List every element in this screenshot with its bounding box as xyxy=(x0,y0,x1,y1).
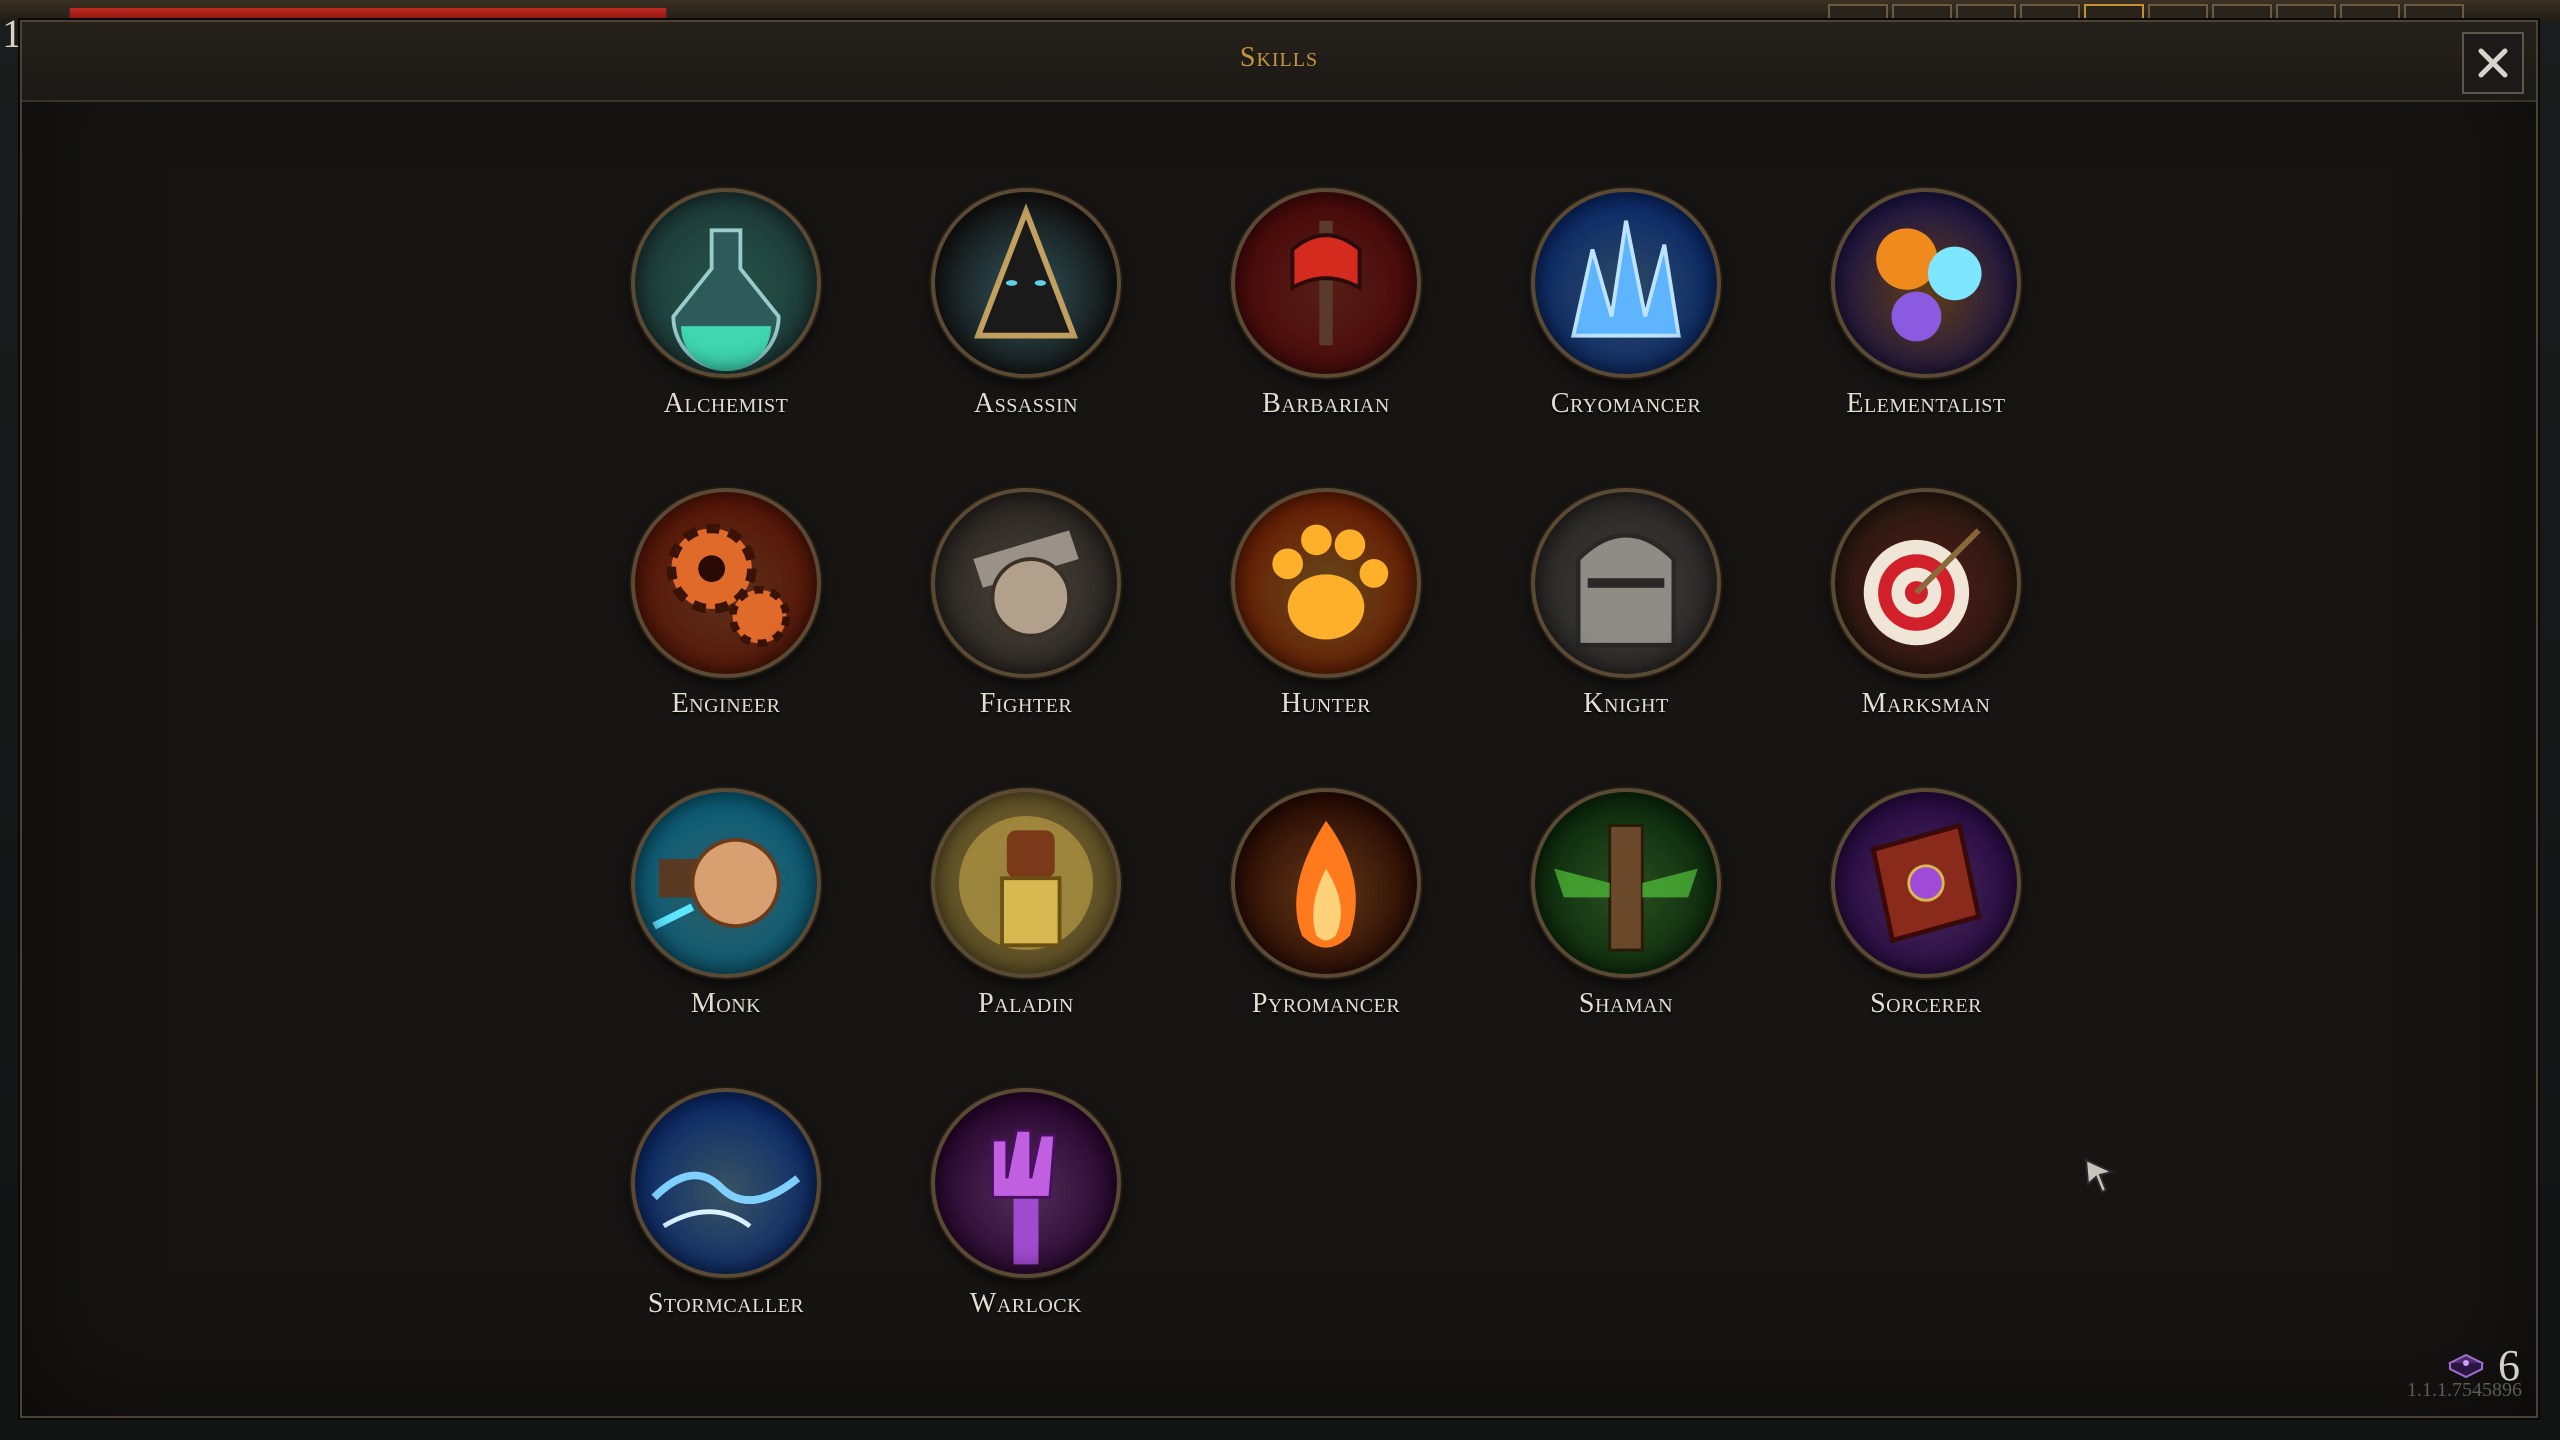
fist-icon xyxy=(631,788,821,978)
skill-label: Alchemist xyxy=(663,388,789,419)
panel-title: Skills xyxy=(1239,42,1319,73)
skill-stormcaller[interactable]: Stormcaller xyxy=(576,1088,876,1348)
skill-label: Barbarian xyxy=(1262,388,1390,419)
skills-panel: Skills Alchemist Assassin Barbarian Cryoman… xyxy=(20,20,2538,1418)
golden-gauntlet-icon xyxy=(931,788,1121,978)
skill-warlock[interactable]: Warlock xyxy=(876,1088,1176,1348)
close-button[interactable] xyxy=(2462,32,2524,94)
lightning-icon xyxy=(631,1088,821,1278)
skill-fighter[interactable]: Fighter xyxy=(876,488,1176,748)
flame-icon xyxy=(1231,788,1421,978)
skill-label: Fighter xyxy=(979,688,1073,719)
skill-barbarian[interactable]: Barbarian xyxy=(1176,188,1476,448)
skill-engineer[interactable]: Engineer xyxy=(576,488,876,748)
skill-label: Knight xyxy=(1583,688,1669,719)
gears-icon xyxy=(631,488,821,678)
skill-label: Engineer xyxy=(671,688,781,719)
skill-label: Shaman xyxy=(1578,988,1674,1019)
skill-hunter[interactable]: Hunter xyxy=(1176,488,1476,748)
skill-label: Cryomancer xyxy=(1550,388,1702,419)
mouse-cursor-icon xyxy=(2084,1158,2115,1194)
skill-label: Paladin xyxy=(978,988,1074,1019)
skill-knight[interactable]: Knight xyxy=(1476,488,1776,748)
ice-crystal-icon xyxy=(1531,188,1721,378)
skill-monk[interactable]: Monk xyxy=(576,788,876,1048)
spellbook-icon xyxy=(1831,788,2021,978)
skill-cryomancer[interactable]: Cryomancer xyxy=(1476,188,1776,448)
skill-alchemist[interactable]: Alchemist xyxy=(576,188,876,448)
skill-label: Pyromancer xyxy=(1251,988,1401,1019)
totem-icon xyxy=(1531,788,1721,978)
skill-label: Assassin xyxy=(973,388,1079,419)
paw-print-icon xyxy=(1231,488,1421,678)
skill-assassin[interactable]: Assassin xyxy=(876,188,1176,448)
skill-label: Marksman xyxy=(1861,688,1991,719)
gauntlet-fist-icon xyxy=(931,488,1121,678)
skill-label: Hunter xyxy=(1281,688,1371,719)
battle-axe-icon xyxy=(1231,188,1421,378)
skill-shaman[interactable]: Shaman xyxy=(1476,788,1776,1048)
panel-header: Skills xyxy=(22,22,2536,102)
cursed-hand-icon xyxy=(931,1088,1121,1278)
skill-pyromancer[interactable]: Pyromancer xyxy=(1176,788,1476,1048)
skill-marksman[interactable]: Marksman xyxy=(1776,488,2076,748)
skill-label: Monk xyxy=(690,988,762,1019)
knight-helmet-icon xyxy=(1531,488,1721,678)
player-level: 1 xyxy=(2,11,22,56)
target-arrow-icon xyxy=(1831,488,2021,678)
skill-grid: Alchemist Assassin Barbarian Cryomancer Elem… xyxy=(576,188,2022,1348)
skill-label: Warlock xyxy=(969,1288,1083,1319)
version-label: 1.1.1.7545896 xyxy=(2407,1379,2522,1401)
skill-paladin[interactable]: Paladin xyxy=(876,788,1176,1048)
skill-book-currency-icon xyxy=(2447,1353,2485,1379)
close-icon xyxy=(2478,48,2508,78)
elemental-orbs-icon xyxy=(1831,188,2021,378)
skill-label: Sorcerer xyxy=(1870,988,1982,1019)
skill-elementalist[interactable]: Elementalist xyxy=(1776,188,2076,448)
potion-flask-icon xyxy=(631,188,821,378)
skill-label: Stormcaller xyxy=(647,1288,805,1319)
hooded-figure-icon xyxy=(931,188,1121,378)
skill-sorcerer[interactable]: Sorcerer xyxy=(1776,788,2076,1048)
skill-label: Elementalist xyxy=(1846,388,2006,419)
